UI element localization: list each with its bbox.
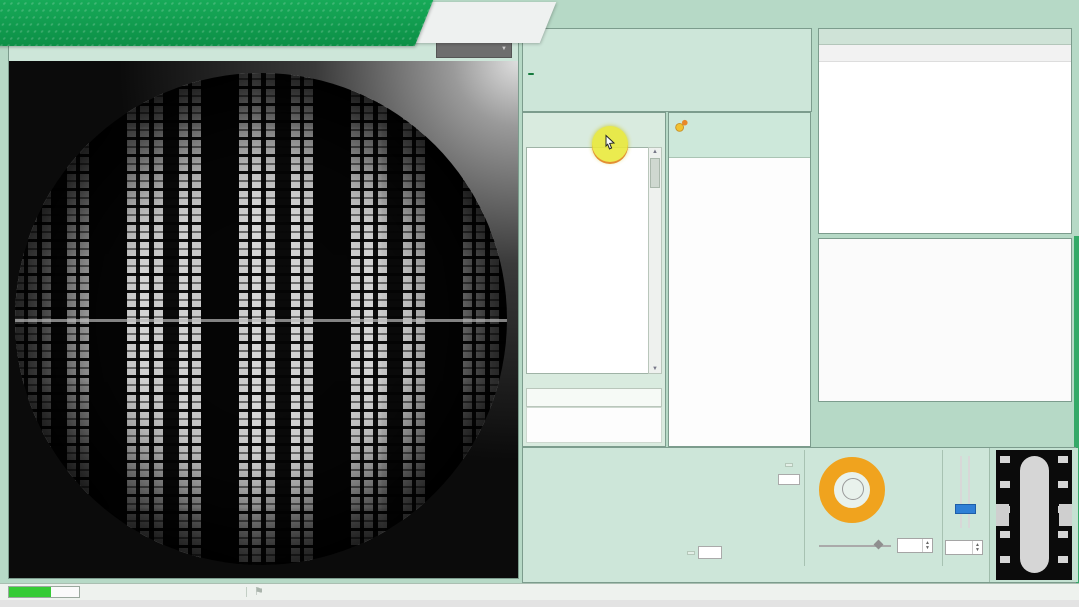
- dock-separator: [804, 450, 805, 566]
- exposure-value-spinner[interactable]: ▲▼: [945, 540, 983, 555]
- template-match-icon: [674, 118, 689, 133]
- sco-badge: [528, 73, 534, 75]
- feature-tree-panel: ▲ ▼: [522, 112, 666, 447]
- light-slider-handle[interactable]: [874, 540, 884, 550]
- trajectory-title: [819, 239, 1071, 253]
- params-header: [669, 113, 810, 158]
- tree-scrollbar[interactable]: ▲ ▼: [648, 147, 662, 374]
- feature-list: [526, 147, 649, 374]
- camera-trajectory-panel: [818, 238, 1072, 402]
- template-preview-panel: [989, 448, 1078, 582]
- results-table: [819, 45, 1071, 62]
- status-separator: [246, 587, 247, 597]
- dropdown-arrow-icon: ▼: [501, 46, 507, 52]
- exposure-slider-track: [960, 456, 962, 528]
- speed-label: [687, 551, 695, 555]
- scroll-thumb[interactable]: [650, 158, 660, 188]
- scroll-up-icon[interactable]: ▲: [649, 149, 661, 155]
- results-panel: [818, 28, 1072, 234]
- coaxial-light-circle: [842, 478, 864, 500]
- z-jog-column: [775, 454, 803, 487]
- ring-light-indicator[interactable]: [819, 457, 885, 523]
- status-bar: ⚑: [0, 583, 1079, 600]
- template-tab: [1059, 504, 1072, 526]
- flag-icon[interactable]: ⚑: [254, 585, 264, 598]
- exposure-slider-track: [968, 456, 970, 528]
- dock-separator: [942, 450, 943, 566]
- template-slot: [1020, 456, 1049, 573]
- bottom-control-dock: ▲▼ ▲▼: [522, 447, 1076, 583]
- field-of-view-circle: [15, 73, 507, 565]
- exposure-slider-handle[interactable]: [955, 504, 976, 514]
- template-tab: [996, 504, 1009, 526]
- camera-image[interactable]: [9, 61, 518, 578]
- template-preview-area: [526, 407, 662, 443]
- app-window: ▼ ▲ ▼: [0, 0, 1079, 600]
- speed-input[interactable]: [698, 546, 722, 559]
- scroll-down-icon[interactable]: ▼: [649, 366, 661, 372]
- template-preview-image: [996, 450, 1072, 580]
- image-select-dropdown[interactable]: ▼: [436, 41, 512, 58]
- template-label[interactable]: [526, 388, 662, 407]
- z-speed-input[interactable]: [778, 474, 800, 485]
- leadframe-rail: [15, 319, 507, 322]
- camera-toolbar: ▼: [9, 37, 518, 62]
- mouse-cursor-highlight: [592, 126, 628, 162]
- parameters-panel: [668, 112, 811, 447]
- camera-view-panel: ▼: [8, 36, 519, 579]
- measure-tools-panel: [522, 28, 812, 112]
- progress-bar: [8, 586, 80, 598]
- light-value-spinner[interactable]: ▲▼: [897, 538, 933, 553]
- z-speed-label: [785, 463, 793, 467]
